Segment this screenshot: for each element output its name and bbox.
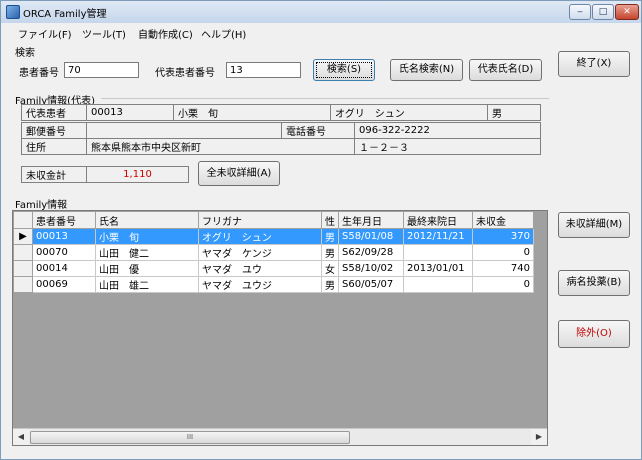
row-header (13, 276, 33, 293)
col-dob[interactable]: 生年月日 (338, 211, 404, 229)
postal-row: 郵便番号 電話番号 096-322-2222 (21, 122, 541, 139)
postal-label: 郵便番号 (21, 122, 87, 139)
rep-row: 代表患者 00013 小栗 旬 オグリ シュン 男 (21, 104, 541, 121)
all-unpaid-detail-button[interactable]: 全未収詳細(A) (198, 161, 280, 186)
cell-kana: オグリ シュン (198, 228, 322, 245)
cell-sex: 男 (321, 228, 339, 245)
table-row[interactable]: ▶ 00013 小栗 旬 オグリ シュン 男 S58/01/08 2012/11… (13, 228, 534, 245)
title-bar: ORCA Family管理 ‒ □ ✕ (1, 1, 641, 24)
scroll-thumb[interactable]: III (30, 431, 350, 444)
cell-last-visit (403, 244, 473, 261)
address-line2: １－２－３ (354, 138, 541, 155)
main-window: ORCA Family管理 ‒ □ ✕ ファイル(F) ツール(T) 自動作成(… (0, 0, 642, 460)
cell-unpaid: 370 (472, 228, 534, 245)
cell-sex: 男 (321, 276, 339, 293)
cell-last-visit: 2013/01/01 (403, 260, 473, 277)
search-group-label: 検索 (15, 48, 35, 59)
menu-help[interactable]: ヘルプ(H) (201, 26, 246, 41)
unpaid-total-value: 1,110 (86, 166, 189, 183)
phone-value: 096-322-2222 (354, 122, 541, 139)
horizontal-scrollbar[interactable]: ◀ III ▶ (13, 428, 547, 445)
unpaid-detail-button[interactable]: 未収詳細(M) (558, 212, 630, 238)
address-line1: 熊本県熊本市中央区新町 (86, 138, 355, 155)
cell-kana: ヤマダ ケンジ (198, 244, 322, 261)
patient-no-label: 患者番号 (19, 68, 59, 79)
name-search-button[interactable]: 氏名検索(N) (390, 59, 463, 81)
cell-sex: 男 (321, 244, 339, 261)
cell-name: 小栗 旬 (95, 228, 199, 245)
exit-button[interactable]: 終了(X) (558, 51, 630, 77)
menu-auto-create[interactable]: 自動作成(C) (138, 26, 193, 41)
cell-unpaid: 740 (472, 260, 534, 277)
rep-kana: オグリ シュン (330, 104, 488, 121)
family-grid[interactable]: 患者番号 氏名 フリガナ 性 生年月日 最終来院日 未収金 ▶ 00013 小栗… (12, 210, 548, 446)
table-row[interactable]: 00070 山田 健二 ヤマダ ケンジ 男 S62/09/28 0 (13, 244, 534, 261)
cell-unpaid: 0 (472, 244, 534, 261)
cell-kana: ヤマダ ユウ (198, 260, 322, 277)
col-last-visit[interactable]: 最終来院日 (403, 211, 473, 229)
exclude-button[interactable]: 除外(O) (558, 320, 630, 348)
cell-patient-no: 00013 (32, 228, 96, 245)
family-info-table: 代表患者 00013 小栗 旬 オグリ シュン 男 (21, 104, 541, 121)
unpaid-total-table: 未収金計 1,110 (21, 166, 189, 183)
cell-patient-no: 00069 (32, 276, 96, 293)
current-row-marker: ▶ (13, 228, 33, 245)
col-sex[interactable]: 性 (321, 211, 339, 229)
cell-patient-no: 00070 (32, 244, 96, 261)
disease-prescription-button[interactable]: 病名投薬(B) (558, 270, 630, 296)
grid-corner (13, 211, 33, 229)
rep-id: 00013 (86, 104, 174, 121)
row-header (13, 260, 33, 277)
family-list-group-label: Family情報 (15, 200, 68, 211)
contact-table: 郵便番号 電話番号 096-322-2222 住所 熊本県熊本市中央区新町 １－… (21, 122, 541, 155)
minimize-button[interactable]: ‒ (569, 4, 591, 20)
cell-patient-no: 00014 (32, 260, 96, 277)
cell-unpaid: 0 (472, 276, 534, 293)
search-button[interactable]: 検索(S) (313, 59, 375, 81)
scroll-left-icon[interactable]: ◀ (13, 429, 29, 445)
row-header (13, 244, 33, 261)
cell-name: 山田 優 (95, 260, 199, 277)
rep-patient-no-label: 代表患者番号 (155, 68, 215, 79)
family-grid-table: 患者番号 氏名 フリガナ 性 生年月日 最終来院日 未収金 ▶ 00013 小栗… (13, 211, 534, 293)
col-unpaid[interactable]: 未収金 (472, 211, 534, 229)
cell-dob: S60/05/07 (338, 276, 404, 293)
window-title: ORCA Family管理 (23, 9, 107, 20)
maximize-button[interactable]: □ (592, 4, 614, 20)
cell-name: 山田 健二 (95, 244, 199, 261)
menu-bar: ファイル(F) ツール(T) 自動作成(C) ヘルプ(H) (1, 23, 641, 41)
family-info-group-border (101, 98, 549, 99)
grid-header-row: 患者番号 氏名 フリガナ 性 生年月日 最終来院日 未収金 (13, 211, 534, 229)
postal-value (86, 122, 282, 139)
unpaid-total-row: 未収金計 1,110 (21, 166, 189, 183)
cell-dob: S58/10/02 (338, 260, 404, 277)
col-patient-no[interactable]: 患者番号 (32, 211, 96, 229)
cell-name: 山田 雄二 (95, 276, 199, 293)
table-row[interactable]: 00069 山田 雄二 ヤマダ ユウジ 男 S60/05/07 0 (13, 276, 534, 293)
address-row: 住所 熊本県熊本市中央区新町 １－２－３ (21, 138, 541, 155)
menu-tools[interactable]: ツール(T) (82, 26, 126, 41)
unpaid-total-label: 未収金計 (21, 166, 87, 183)
menu-file[interactable]: ファイル(F) (18, 26, 72, 41)
scroll-right-icon[interactable]: ▶ (531, 429, 547, 445)
app-icon (6, 5, 20, 19)
address-label: 住所 (21, 138, 87, 155)
cell-dob: S58/01/08 (338, 228, 404, 245)
rep-label: 代表患者 (21, 104, 87, 121)
rep-sex: 男 (487, 104, 541, 121)
close-button[interactable]: ✕ (615, 4, 639, 20)
table-row[interactable]: 00014 山田 優 ヤマダ ユウ 女 S58/10/02 2013/01/01… (13, 260, 534, 277)
cell-dob: S62/09/28 (338, 244, 404, 261)
col-name[interactable]: 氏名 (95, 211, 199, 229)
rep-name-button[interactable]: 代表氏名(D) (469, 59, 542, 81)
phone-label: 電話番号 (281, 122, 355, 139)
rep-name: 小栗 旬 (173, 104, 331, 121)
patient-no-input[interactable]: 70 (64, 62, 139, 78)
cell-last-visit (403, 276, 473, 293)
rep-patient-no-input[interactable]: 13 (226, 62, 301, 78)
cell-kana: ヤマダ ユウジ (198, 276, 322, 293)
cell-last-visit: 2012/11/21 (403, 228, 473, 245)
col-kana[interactable]: フリガナ (198, 211, 322, 229)
cell-sex: 女 (321, 260, 339, 277)
